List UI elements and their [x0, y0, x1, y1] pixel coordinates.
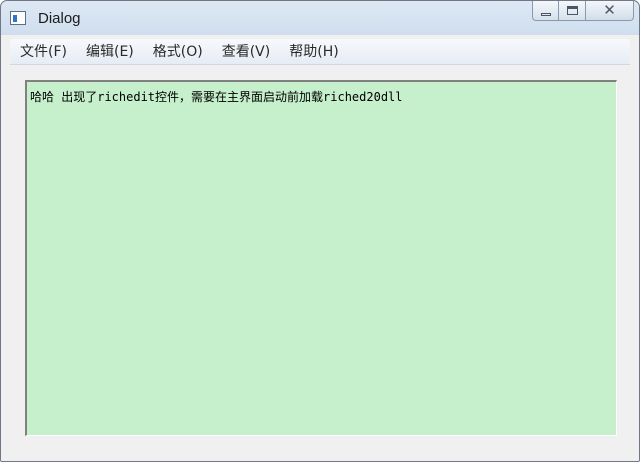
- menu-view[interactable]: 查看(V): [212, 40, 280, 64]
- dialog-window: Dialog ✕ 文件(F) 编辑(E) 格式(O) 查看(V) 帮助(H) 哈…: [0, 0, 640, 462]
- maximize-icon: [566, 6, 578, 15]
- menu-help[interactable]: 帮助(H): [279, 40, 347, 64]
- richedit-content: 哈哈 出现了richedit控件，需要在主界面启动前加载riched20dll: [30, 90, 403, 104]
- menu-edit[interactable]: 编辑(E): [76, 40, 143, 64]
- window-title: Dialog: [38, 10, 81, 27]
- app-window-icon[interactable]: [10, 11, 26, 25]
- maximize-button[interactable]: [559, 1, 586, 21]
- close-icon: ✕: [603, 1, 616, 19]
- richedit-control[interactable]: 哈哈 出现了richedit控件，需要在主界面启动前加载riched20dll: [25, 80, 617, 436]
- menu-bar: 文件(F) 编辑(E) 格式(O) 查看(V) 帮助(H): [10, 39, 630, 65]
- menu-file[interactable]: 文件(F): [10, 40, 76, 64]
- client-area: 哈哈 出现了richedit控件，需要在主界面启动前加载riched20dll: [10, 65, 630, 455]
- minimize-icon: [540, 12, 551, 16]
- close-button[interactable]: ✕: [586, 1, 634, 21]
- minimize-button[interactable]: [532, 1, 559, 21]
- caption-buttons: ✕: [532, 1, 634, 23]
- menu-format[interactable]: 格式(O): [143, 40, 212, 64]
- title-bar[interactable]: Dialog ✕: [1, 1, 639, 35]
